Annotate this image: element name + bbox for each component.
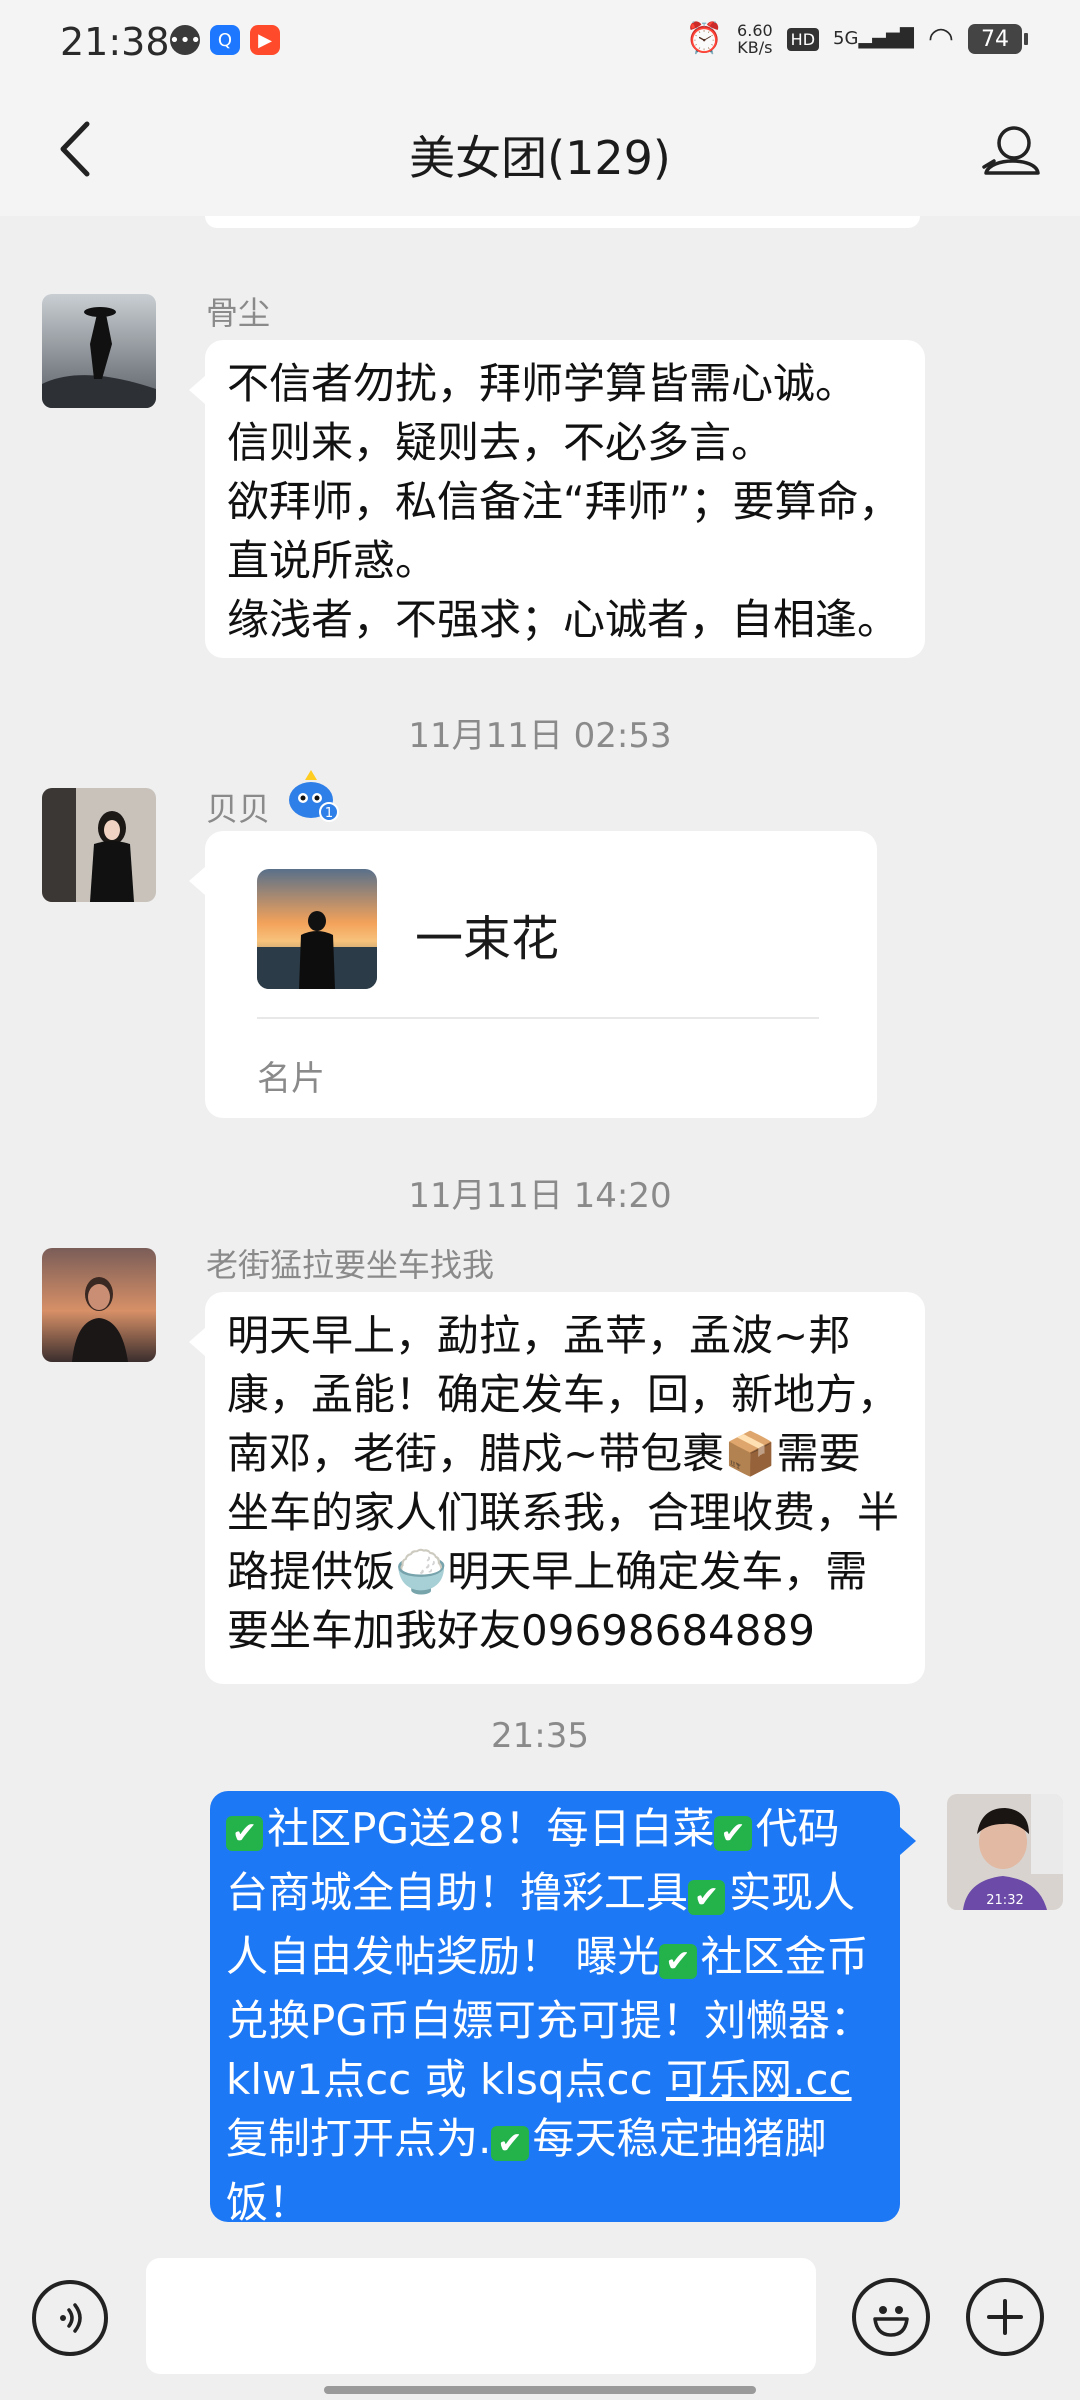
message-list[interactable]: 骨尘 不信者勿扰，拜师学算皆需心诚。 信则来，疑则去，不必多言。 欲拜师，私信备… <box>0 216 1080 2246</box>
voice-button[interactable] <box>32 2280 108 2356</box>
network-type: 5G <box>833 28 859 49</box>
badge-number: 1 <box>325 806 333 821</box>
timestamp: 21:35 <box>491 1716 589 1756</box>
divider <box>257 1017 819 1019</box>
avatar-image: 21:32 <box>947 1794 1063 1910</box>
battery-icon: 74 <box>968 24 1028 54</box>
alarm-icon: ⏰ <box>685 21 724 56</box>
chat-header: 美女团(129) <box>0 84 1080 216</box>
message-input[interactable] <box>146 2258 816 2374</box>
message-segment: 社区PG送28！每日白菜 <box>267 1804 715 1853</box>
voice-icon <box>60 2303 82 2333</box>
battery-level: 74 <box>981 26 1009 52</box>
avatar-image <box>42 294 156 408</box>
contact-card[interactable]: 一束花 名片 <box>189 831 877 1118</box>
check-mark-icon: ✔ <box>491 2126 529 2161</box>
status-bar: 21:38 ••• Q ▶ ⏰ 6.60 KB/s HD 5G▂▄▆█ ◠ 74 <box>0 0 1080 84</box>
message-app-icon: ••• <box>169 25 201 55</box>
notification-icons: ••• Q ▶ <box>169 25 280 55</box>
check-mark-icon: ✔ <box>659 1944 697 1979</box>
page-title: 美女团(129) <box>409 131 671 185</box>
message-link[interactable]: 可乐网.cc <box>666 2055 852 2104</box>
status-time: 21:38 <box>60 20 170 64</box>
kuaishou-app-icon: ▶ <box>250 25 280 55</box>
sender-name: 骨尘 <box>206 294 271 332</box>
speed-unit: KB/s <box>737 38 773 57</box>
check-mark-icon: ✔ <box>714 1816 752 1851</box>
input-bar <box>0 2246 1080 2400</box>
avatar[interactable] <box>42 294 156 408</box>
message-bubble[interactable]: 不信者勿扰，拜师学算皆需心诚。 信则来，疑则去，不必多言。 欲拜师，私信备注“拜… <box>189 340 925 658</box>
emoji-button[interactable] <box>852 2278 930 2356</box>
avatar-image <box>42 1248 156 1362</box>
my-avatar[interactable]: 21:32 <box>947 1794 1063 1910</box>
check-mark-icon: ✔ <box>688 1880 726 1915</box>
my-message-bubble[interactable]: ✔ 社区PG送28！每日白菜 ✔ 代码台商城全自助！撸彩工具 ✔ 实现人人自由发帖奖励！ … <box>210 1791 916 2227</box>
group-settings-button[interactable] <box>976 116 1046 186</box>
avatar[interactable] <box>42 788 156 902</box>
signal-icon: 5G▂▄▆█ <box>833 28 914 49</box>
contact-card-photo <box>257 869 377 989</box>
sender-name: 贝贝 <box>206 790 271 828</box>
avatar[interactable] <box>42 1248 156 1362</box>
previous-message-bubble <box>205 216 920 228</box>
status-indicators: ⏰ 6.60 KB/s HD 5G▂▄▆█ ◠ 74 <box>685 21 1028 56</box>
plus-icon <box>987 2299 1023 2335</box>
timestamp: 11月11日 02:53 <box>408 716 672 756</box>
more-button[interactable] <box>966 2278 1044 2356</box>
message-bubble[interactable]: 明天早上，勐拉，孟苹，孟波~邦康，孟能！确定发车，回，新地方，南邓，老街，腊戍~… <box>189 1292 925 1684</box>
network-speed: 6.60 KB/s <box>737 22 773 56</box>
check-mark-icon: ✔ <box>226 1816 264 1851</box>
message-segment: 复制打开点为. <box>226 2114 492 2163</box>
avatar-image <box>42 788 156 902</box>
group-members-icon <box>982 126 1040 175</box>
qq-app-icon: Q <box>210 25 240 55</box>
contact-card-label: 名片 <box>257 1059 325 1099</box>
sender-name: 老街猛拉要坐车找我 <box>206 1246 495 1284</box>
emoji-icon <box>873 2306 909 2337</box>
contact-card-name: 一束花 <box>415 911 560 967</box>
hd-icon: HD <box>786 27 820 51</box>
timestamp: 11月11日 14:20 <box>408 1176 672 1216</box>
wifi-icon: ◠ <box>927 21 954 56</box>
avatar-caption: 21:32 <box>986 1893 1023 1908</box>
speed-value: 6.60 <box>737 21 773 40</box>
level-badge-icon: 1 <box>285 766 341 822</box>
home-indicator[interactable] <box>324 2386 756 2394</box>
